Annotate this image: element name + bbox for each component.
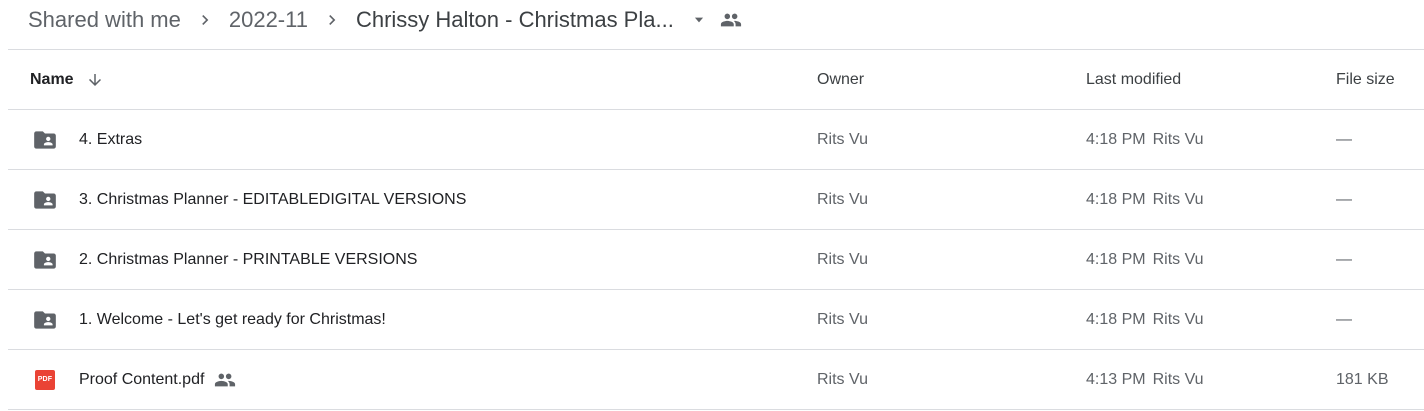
shared-folder-icon bbox=[32, 290, 58, 349]
owner-name: Rits Vu bbox=[817, 190, 868, 208]
modified-by: Rits Vu bbox=[1152, 190, 1204, 208]
table-row[interactable]: 3. Christmas Planner - EDITABLEDIGITAL V… bbox=[8, 170, 1424, 230]
file-size: — bbox=[1336, 130, 1352, 148]
column-header-name-label: Name bbox=[30, 70, 74, 88]
file-size: 181 KB bbox=[1336, 370, 1389, 388]
table-row[interactable]: 4. Extras Rits Vu 4:18 PM Rits Vu — bbox=[8, 110, 1424, 170]
file-list: Name Owner Last modified File size 4. Ex… bbox=[8, 50, 1424, 410]
column-header-file-size[interactable]: File size bbox=[1336, 50, 1395, 109]
owner-name: Rits Vu bbox=[817, 310, 868, 328]
file-name[interactable]: 3. Christmas Planner - EDITABLEDIGITAL V… bbox=[79, 170, 466, 229]
modified-time: 4:18 PM bbox=[1086, 130, 1146, 148]
modified-time: 4:18 PM bbox=[1086, 310, 1146, 328]
column-header-name[interactable]: Name bbox=[30, 50, 104, 109]
column-header-owner[interactable]: Owner bbox=[817, 50, 864, 109]
chevron-right-icon bbox=[308, 10, 356, 30]
breadcrumb-shared-with-me[interactable]: Shared with me bbox=[28, 7, 181, 33]
modified-by: Rits Vu bbox=[1152, 370, 1204, 388]
last-modified: 4:18 PM Rits Vu bbox=[1086, 170, 1204, 229]
file-name[interactable]: Proof Content.pdf bbox=[79, 371, 204, 389]
pdf-badge-label: PDF bbox=[35, 369, 55, 390]
shared-folder-icon bbox=[32, 110, 58, 169]
shared-people-icon bbox=[214, 369, 236, 391]
shared-people-icon bbox=[720, 9, 742, 31]
shared-folder-icon bbox=[32, 170, 58, 229]
breadcrumb: Shared with me 2022-11 Chrissy Halton - … bbox=[28, 0, 1418, 40]
breadcrumb-current-folder[interactable]: Chrissy Halton - Christmas Pla... bbox=[356, 7, 674, 33]
pdf-file-icon: PDF bbox=[32, 350, 58, 409]
file-name-cell: Proof Content.pdf bbox=[79, 350, 236, 409]
table-row[interactable]: 2. Christmas Planner - PRINTABLE VERSION… bbox=[8, 230, 1424, 290]
chevron-right-icon bbox=[181, 10, 229, 30]
modified-by: Rits Vu bbox=[1152, 130, 1204, 148]
owner-name: Rits Vu bbox=[817, 130, 868, 148]
modified-time: 4:18 PM bbox=[1086, 250, 1146, 268]
file-name[interactable]: 1. Welcome - Let's get ready for Christm… bbox=[79, 290, 386, 349]
last-modified: 4:13 PM Rits Vu bbox=[1086, 350, 1204, 409]
last-modified: 4:18 PM Rits Vu bbox=[1086, 110, 1204, 169]
table-row[interactable]: PDF Proof Content.pdf Rits Vu 4:13 PM Ri… bbox=[8, 350, 1424, 410]
table-header: Name Owner Last modified File size bbox=[8, 50, 1424, 110]
file-size: — bbox=[1336, 250, 1352, 268]
owner-name: Rits Vu bbox=[817, 370, 868, 388]
modified-by: Rits Vu bbox=[1152, 250, 1204, 268]
file-size: — bbox=[1336, 190, 1352, 208]
owner-name: Rits Vu bbox=[817, 250, 868, 268]
file-size: — bbox=[1336, 310, 1352, 328]
column-header-last-modified[interactable]: Last modified bbox=[1086, 50, 1181, 109]
breadcrumb-2022-11[interactable]: 2022-11 bbox=[229, 7, 308, 33]
file-name[interactable]: 2. Christmas Planner - PRINTABLE VERSION… bbox=[79, 230, 417, 289]
last-modified: 4:18 PM Rits Vu bbox=[1086, 230, 1204, 289]
arrow-down-icon[interactable] bbox=[86, 71, 104, 89]
table-row[interactable]: 1. Welcome - Let's get ready for Christm… bbox=[8, 290, 1424, 350]
dropdown-arrow-icon[interactable] bbox=[692, 13, 706, 27]
last-modified: 4:18 PM Rits Vu bbox=[1086, 290, 1204, 349]
modified-time: 4:18 PM bbox=[1086, 190, 1146, 208]
shared-folder-icon bbox=[32, 230, 58, 289]
modified-by: Rits Vu bbox=[1152, 310, 1204, 328]
modified-time: 4:13 PM bbox=[1086, 370, 1146, 388]
file-name[interactable]: 4. Extras bbox=[79, 110, 142, 169]
